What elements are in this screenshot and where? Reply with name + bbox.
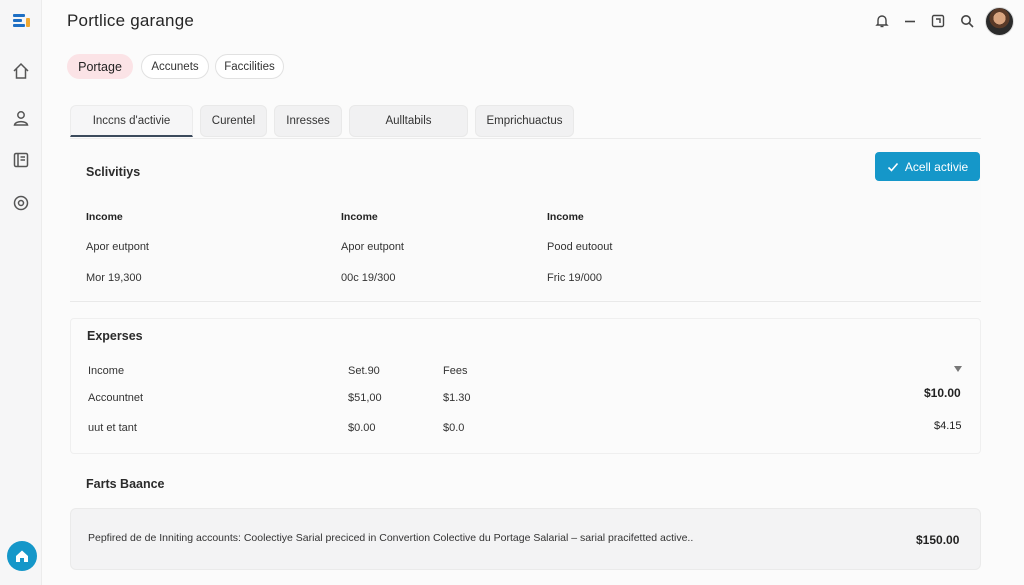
ledger-icon[interactable] <box>11 150 31 170</box>
activity-cell: 00c 19/300 <box>341 272 396 284</box>
window-icon[interactable] <box>930 13 946 29</box>
activities-card <box>70 150 981 300</box>
column-head: Income <box>547 211 584 223</box>
minimize-icon[interactable] <box>902 13 918 29</box>
pill-faccilities[interactable]: Faccilities <box>215 54 284 79</box>
activity-cell: Fric 19/000 <box>547 272 603 284</box>
tab-curentel[interactable]: Curentel <box>200 105 267 137</box>
activity-cell: Apor eutpont <box>86 241 149 253</box>
search-icon[interactable] <box>959 13 975 29</box>
expense-total: $4.15 <box>934 420 962 432</box>
user-icon[interactable] <box>11 108 31 128</box>
expense-cell: Fees <box>443 365 468 377</box>
home-icon[interactable] <box>11 61 31 81</box>
expense-row-label: uut et tant <box>88 422 137 434</box>
balance-total: $150.00 <box>916 533 960 547</box>
section-divider <box>70 301 981 302</box>
activity-cell: Apor eutpont <box>341 241 404 253</box>
left-rail <box>0 0 42 585</box>
expenses-card <box>70 318 981 454</box>
tabs-divider <box>70 138 981 139</box>
check-icon <box>887 162 898 172</box>
chevron-down-icon[interactable] <box>954 366 962 372</box>
top-bar: Portlice garange <box>42 0 1024 44</box>
expense-row-label: Accountnet <box>88 392 144 404</box>
expense-cell: Set.90 <box>348 365 380 377</box>
column-head: Income <box>341 211 378 223</box>
balance-title: Farts Baance <box>86 477 165 491</box>
tab-aulltabils[interactable]: Aulltabils <box>349 105 468 137</box>
activity-cell: Mor 19,300 <box>86 272 142 284</box>
activities-title: Sclivitiys <box>86 165 141 179</box>
tab-inresses[interactable]: Inresses <box>274 105 342 137</box>
add-activity-button[interactable]: Acell activie <box>875 152 980 181</box>
balance-description: Pepfired de de Inniting accounts: Coolec… <box>88 532 694 544</box>
expense-cell: $0.0 <box>443 422 465 434</box>
home-icon <box>16 550 28 562</box>
expense-cell: $51,00 <box>348 392 382 404</box>
activity-cell: Pood eutoout <box>547 241 613 253</box>
app-logo-icon[interactable] <box>13 14 31 28</box>
target-icon[interactable] <box>11 193 31 213</box>
expense-cell: $1.30 <box>443 392 471 404</box>
expense-total: $10.00 <box>924 386 961 400</box>
pill-portage[interactable]: Portage <box>67 54 133 79</box>
avatar[interactable] <box>985 7 1014 36</box>
tab-emprichuactus[interactable]: Emprichuactus <box>475 105 574 137</box>
expenses-title: Experses <box>87 329 143 343</box>
pill-accunets[interactable]: Accunets <box>141 54 209 79</box>
home-fab-button[interactable] <box>7 541 37 571</box>
bell-icon[interactable] <box>874 13 890 29</box>
app-title: Portlice garange <box>67 11 194 30</box>
add-activity-label: Acell activie <box>904 159 969 174</box>
column-head: Income <box>86 211 123 223</box>
expense-row-label: Income <box>88 365 125 377</box>
expense-cell: $0.00 <box>348 422 376 434</box>
tab-inccns-dactivie[interactable]: Inccns d'activie <box>70 105 193 137</box>
